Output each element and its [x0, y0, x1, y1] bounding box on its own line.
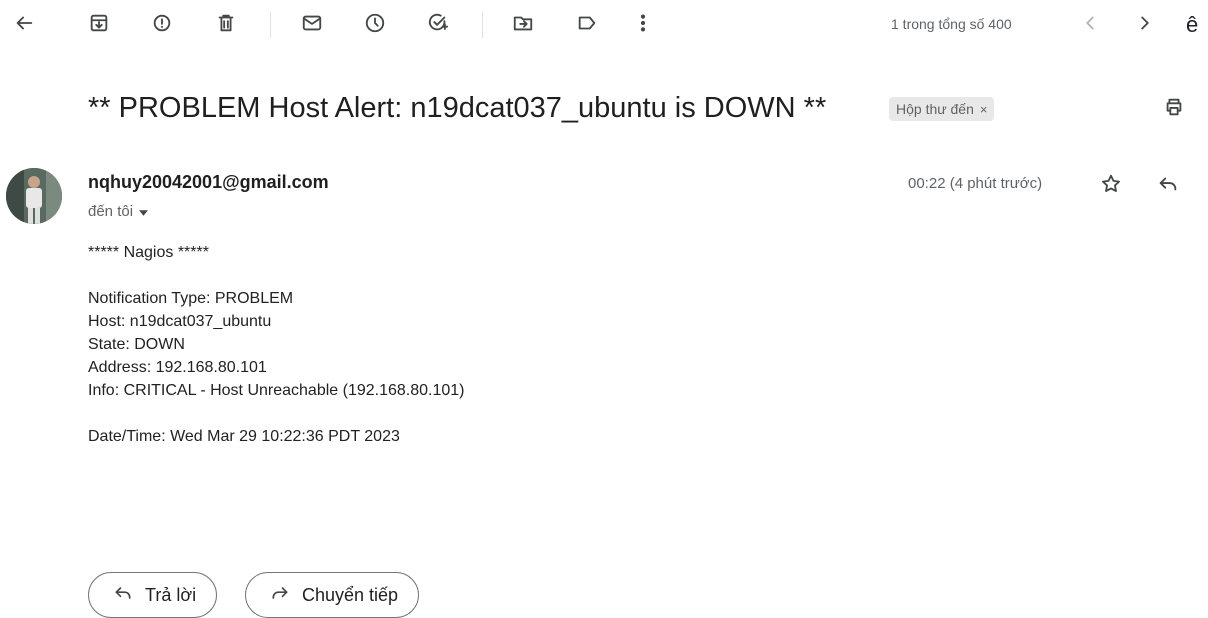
star-icon — [1100, 173, 1122, 200]
body-line: Host: n19dcat037_ubuntu — [88, 313, 272, 330]
body-line — [88, 402, 465, 425]
inbox-label-text: Hộp thư đến — [896, 101, 974, 117]
body-line: Info: CRITICAL - Host Unreachable (192.1… — [88, 382, 465, 399]
recipient-text: đến tôi — [88, 203, 134, 220]
print-button[interactable] — [1160, 95, 1188, 123]
move-to-icon — [512, 12, 534, 39]
sender-email[interactable]: nqhuy20042001@gmail.com — [88, 172, 329, 193]
avatar-image — [6, 168, 62, 224]
body-line — [88, 264, 465, 287]
forward-label: Chuyển tiếp — [302, 584, 399, 605]
star-button[interactable] — [1097, 172, 1125, 200]
forward-icon — [270, 583, 290, 608]
received-time: 00:22 (4 phút trước) — [908, 175, 1043, 192]
reply-icon-button[interactable] — [1154, 172, 1182, 200]
add-task-icon — [427, 12, 449, 39]
reply-button[interactable]: Trả lời — [88, 572, 218, 618]
reply-label: Trả lời — [145, 584, 197, 605]
pager-count: 1 trong tổng số 400 — [891, 16, 1012, 32]
chevron-right-icon — [1134, 12, 1156, 39]
mark-unread-icon — [301, 12, 323, 39]
reply-icon — [1157, 173, 1179, 200]
body-line: ***** Nagios ***** — [88, 244, 209, 261]
archive-button[interactable] — [85, 11, 113, 39]
body-line: Date/Time: Wed Mar 29 10:22:36 PDT 2023 — [88, 428, 400, 445]
delete-button[interactable] — [212, 11, 240, 39]
back-button[interactable] — [10, 11, 38, 39]
report-spam-button[interactable] — [148, 11, 176, 39]
avatar[interactable] — [6, 168, 62, 224]
input-tools-button[interactable]: ê — [1186, 12, 1198, 38]
more-vert-icon — [632, 12, 654, 39]
print-icon — [1163, 96, 1185, 123]
email-body: ***** Nagios ***** Notification Type: PR… — [88, 241, 465, 448]
toolbar-divider — [270, 12, 271, 38]
body-line: State: DOWN — [88, 336, 185, 353]
report-spam-icon — [151, 12, 173, 39]
delete-icon — [215, 12, 237, 39]
inbox-label-chip[interactable]: Hộp thư đến × — [889, 97, 995, 121]
snooze-icon — [364, 12, 386, 39]
email-subject: ** PROBLEM Host Alert: n19dcat037_ubuntu… — [88, 92, 827, 124]
newer-button[interactable] — [1076, 11, 1104, 39]
label-button[interactable] — [573, 11, 601, 39]
body-line: Address: 192.168.80.101 — [88, 359, 267, 376]
remove-label-icon[interactable]: × — [980, 102, 988, 117]
mark-unread-button[interactable] — [298, 11, 326, 39]
more-button[interactable] — [629, 11, 657, 39]
toolbar-divider — [482, 12, 483, 38]
reply-icon — [113, 583, 133, 608]
caret-down-icon — [139, 203, 149, 220]
move-to-button[interactable] — [509, 11, 537, 39]
snooze-button[interactable] — [361, 11, 389, 39]
body-line: Notification Type: PROBLEM — [88, 290, 294, 307]
forward-button[interactable]: Chuyển tiếp — [245, 572, 420, 618]
arrow-left-icon — [13, 12, 35, 39]
add-task-button[interactable] — [424, 11, 452, 39]
older-button[interactable] — [1131, 11, 1159, 39]
archive-icon — [88, 12, 110, 39]
label-icon — [576, 12, 598, 39]
chevron-left-icon — [1079, 12, 1101, 39]
recipient-details[interactable]: đến tôi — [88, 203, 149, 220]
